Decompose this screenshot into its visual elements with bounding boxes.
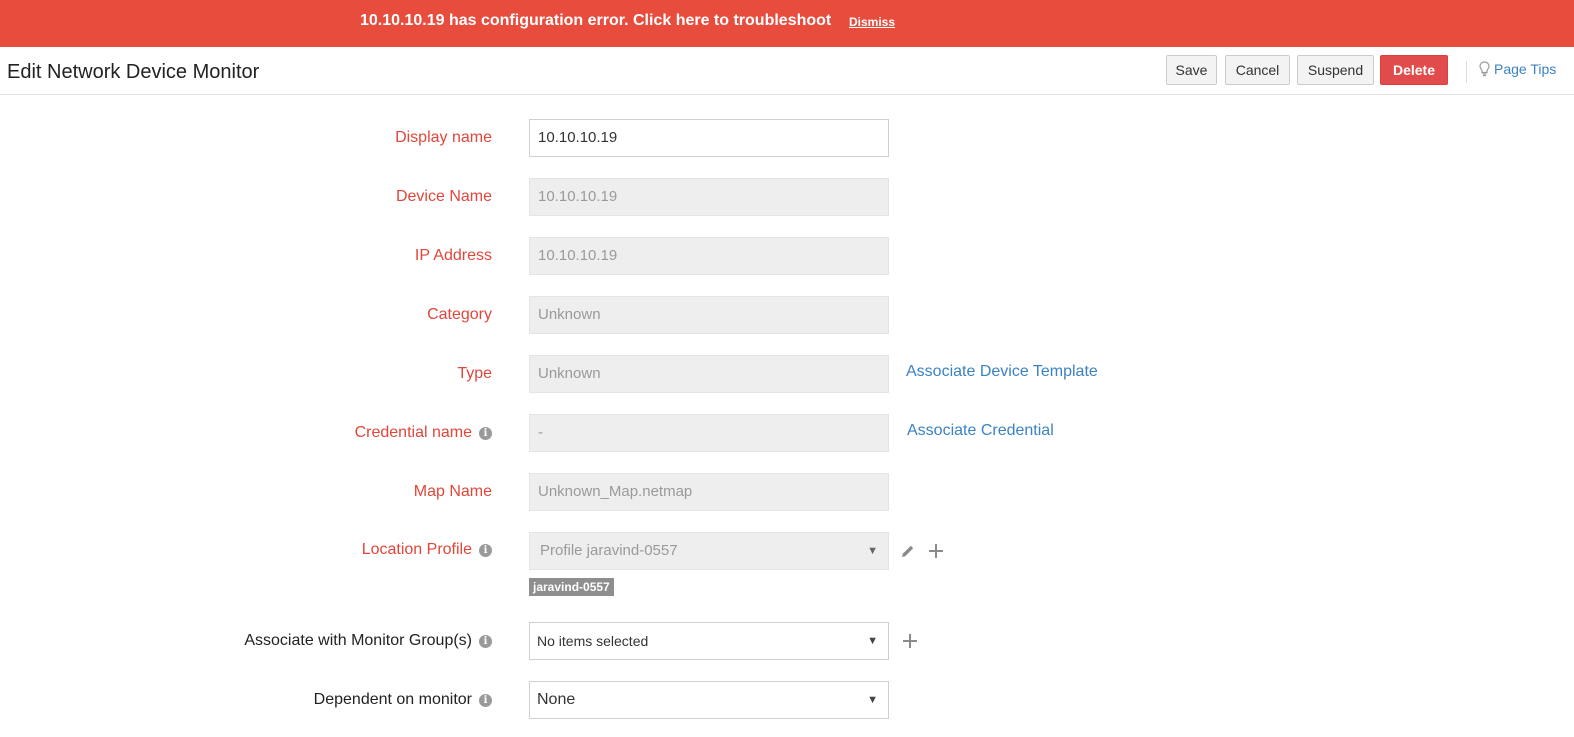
delete-button[interactable]: Delete xyxy=(1380,55,1448,85)
category-label: Category xyxy=(427,306,492,323)
info-icon[interactable]: i xyxy=(479,635,492,648)
dependent-on-text: Dependent on monitor xyxy=(313,691,472,708)
associate-credential-link[interactable]: Associate Credential xyxy=(907,422,1054,440)
type-field: Unknown xyxy=(529,355,889,393)
lightbulb-icon xyxy=(1479,61,1490,77)
associate-device-template-link[interactable]: Associate Device Template xyxy=(906,363,1098,381)
dependent-on-label: Dependent on monitor i xyxy=(314,691,492,709)
page-title: Edit Network Device Monitor xyxy=(7,61,260,83)
credential-name-label: Credential name i xyxy=(355,424,492,442)
monitor-groups-select[interactable]: No items selected ▼ xyxy=(529,622,889,660)
device-name-field: 10.10.10.19 xyxy=(529,178,889,216)
location-profile-label: Location Profile i xyxy=(362,541,492,559)
display-name-label: Display name xyxy=(395,129,492,146)
troubleshoot-link[interactable]: 10.10.10.19 has configuration error. Cli… xyxy=(360,12,831,30)
cancel-button[interactable]: Cancel xyxy=(1225,55,1290,85)
credential-name-text: Credential name xyxy=(354,424,472,441)
info-icon[interactable]: i xyxy=(479,544,492,557)
dependent-on-value: None xyxy=(537,691,576,708)
category-field: Unknown xyxy=(529,296,889,334)
chevron-down-icon: ▼ xyxy=(867,694,878,706)
monitor-groups-label: Associate with Monitor Group(s) i xyxy=(244,632,492,650)
credential-name-field: - xyxy=(529,414,889,452)
monitor-groups-text: Associate with Monitor Group(s) xyxy=(244,632,472,649)
monitor-groups-value: No items selected xyxy=(537,633,649,649)
plus-icon[interactable] xyxy=(901,632,919,650)
error-banner: 10.10.10.19 has configuration error. Cli… xyxy=(0,0,1574,47)
location-profile-tag: jaravind-0557 xyxy=(529,578,614,596)
ip-address-field: 10.10.10.19 xyxy=(529,237,889,275)
save-button[interactable]: Save xyxy=(1166,55,1217,85)
dismiss-link[interactable]: Dismiss xyxy=(849,15,895,29)
pencil-icon[interactable] xyxy=(900,543,916,559)
page-header: Edit Network Device Monitor Save Cancel … xyxy=(0,47,1574,95)
page-tips-label: Page Tips xyxy=(1494,61,1557,77)
chevron-down-icon: ▼ xyxy=(867,545,878,557)
map-name-label: Map Name xyxy=(413,483,492,500)
location-profile-value: Profile jaravind-0557 xyxy=(540,542,678,559)
type-label: Type xyxy=(457,365,492,382)
location-profile-select[interactable]: Profile jaravind-0557 ▼ xyxy=(529,532,889,570)
plus-icon[interactable] xyxy=(927,542,945,560)
dependent-on-select[interactable]: None ▼ xyxy=(529,681,889,719)
suspend-button[interactable]: Suspend xyxy=(1297,55,1374,85)
display-name-input[interactable]: 10.10.10.19 xyxy=(529,119,889,157)
info-icon[interactable]: i xyxy=(479,694,492,707)
header-divider xyxy=(1466,61,1467,83)
ip-address-label: IP Address xyxy=(414,247,492,264)
page-tips-link[interactable]: Page Tips xyxy=(1479,61,1556,77)
info-icon[interactable]: i xyxy=(479,427,492,440)
map-name-field: Unknown_Map.netmap xyxy=(529,473,889,511)
location-profile-text: Location Profile xyxy=(361,541,472,558)
device-name-label: Device Name xyxy=(395,188,492,205)
chevron-down-icon: ▼ xyxy=(867,635,878,647)
